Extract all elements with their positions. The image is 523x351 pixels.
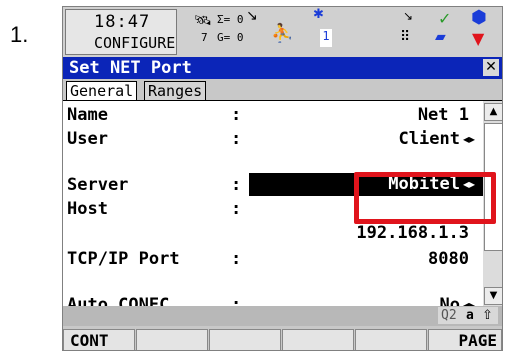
- dialog-title-bar: Set NET Port ✕: [63, 57, 502, 79]
- battery-low-icon: ▼: [472, 29, 485, 48]
- colon: :: [231, 249, 242, 269]
- f4-button[interactable]: [282, 329, 354, 350]
- battery-icon: ⬢: [471, 7, 487, 28]
- tab-bar: General Ranges: [63, 79, 502, 102]
- cont-button[interactable]: CONT: [63, 329, 135, 350]
- satellite-sum: Σ= 0: [217, 13, 244, 26]
- close-icon[interactable]: ✕: [483, 59, 499, 76]
- colon: :: [231, 175, 242, 195]
- page-button[interactable]: PAGE: [428, 329, 502, 350]
- clock-time: 18:47: [94, 12, 151, 32]
- input-mode-case: a: [466, 308, 474, 323]
- satellite-g: G= 0: [217, 31, 244, 44]
- slot-number: 1: [320, 29, 332, 47]
- softkey-bar: CONT PAGE: [63, 329, 502, 350]
- name-label: Name: [67, 105, 108, 125]
- f3-button[interactable]: [209, 329, 281, 350]
- tab-general[interactable]: General: [66, 81, 138, 101]
- status-bar: 18:47 CONFIGURE 🛰 Σ= 0 ↘ 7 G= 0 ⛹ ✱ 1 ↘ …: [63, 7, 502, 57]
- input-status-bar: Q2 a ⇧: [63, 306, 502, 326]
- tcpip-port-label: TCP/IP Port: [67, 249, 180, 269]
- server-label: Server: [67, 175, 129, 195]
- dots-icon: ⠿: [400, 29, 411, 45]
- input-mode-indicator: Q2 a ⇧: [438, 307, 498, 324]
- user-value-wrap: Client ◂▸: [399, 129, 475, 149]
- pen-icon: ✓: [438, 9, 452, 28]
- tcpip-port-value: 8080: [428, 249, 469, 269]
- field-name[interactable]: Name : Net 1: [63, 103, 483, 127]
- memory-card-icon: ▰: [435, 29, 446, 45]
- radio-icon: ↘: [403, 9, 414, 23]
- user-value: Client: [398, 129, 460, 149]
- shift-icon: ⇧: [482, 308, 493, 323]
- cont-label: CONT: [70, 331, 109, 350]
- left-right-arrows-icon[interactable]: ◂▸: [463, 132, 475, 146]
- f2-button[interactable]: [136, 329, 208, 350]
- input-mode-q2: Q2: [441, 308, 457, 323]
- signal-arrow-icon: ↘: [246, 8, 258, 24]
- name-value: Net 1: [417, 105, 469, 125]
- field-tcpip-port[interactable]: TCP/IP Port : 8080: [63, 247, 483, 271]
- scroll-down-icon[interactable]: ▼: [484, 287, 502, 305]
- colon: :: [231, 129, 242, 149]
- satellite-icon: 🛰: [194, 13, 212, 29]
- tab-ranges[interactable]: Ranges: [144, 81, 207, 102]
- surveyor-icon: ⛹: [271, 23, 294, 44]
- user-label: User: [67, 129, 108, 149]
- colon: :: [231, 105, 242, 125]
- colon: :: [231, 199, 242, 219]
- highlight-annotation: [354, 172, 496, 224]
- page-label: PAGE: [458, 331, 497, 350]
- scroll-up-icon[interactable]: ▲: [484, 103, 502, 121]
- field-user[interactable]: User : Client ◂▸: [63, 127, 483, 151]
- host-value-row[interactable]: 192.168.1.3: [63, 221, 483, 245]
- satellite-count: 7: [201, 31, 208, 44]
- current-mode: CONFIGURE: [94, 34, 176, 52]
- bluetooth-icon: ✱: [313, 7, 324, 22]
- f5-button[interactable]: [355, 329, 427, 350]
- step-number: 1.: [10, 22, 29, 47]
- host-value: 192.168.1.3: [356, 223, 469, 243]
- dialog-title: Set NET Port: [69, 58, 192, 78]
- host-label: Host: [67, 199, 108, 219]
- time-mode-box: 18:47 CONFIGURE: [65, 9, 177, 55]
